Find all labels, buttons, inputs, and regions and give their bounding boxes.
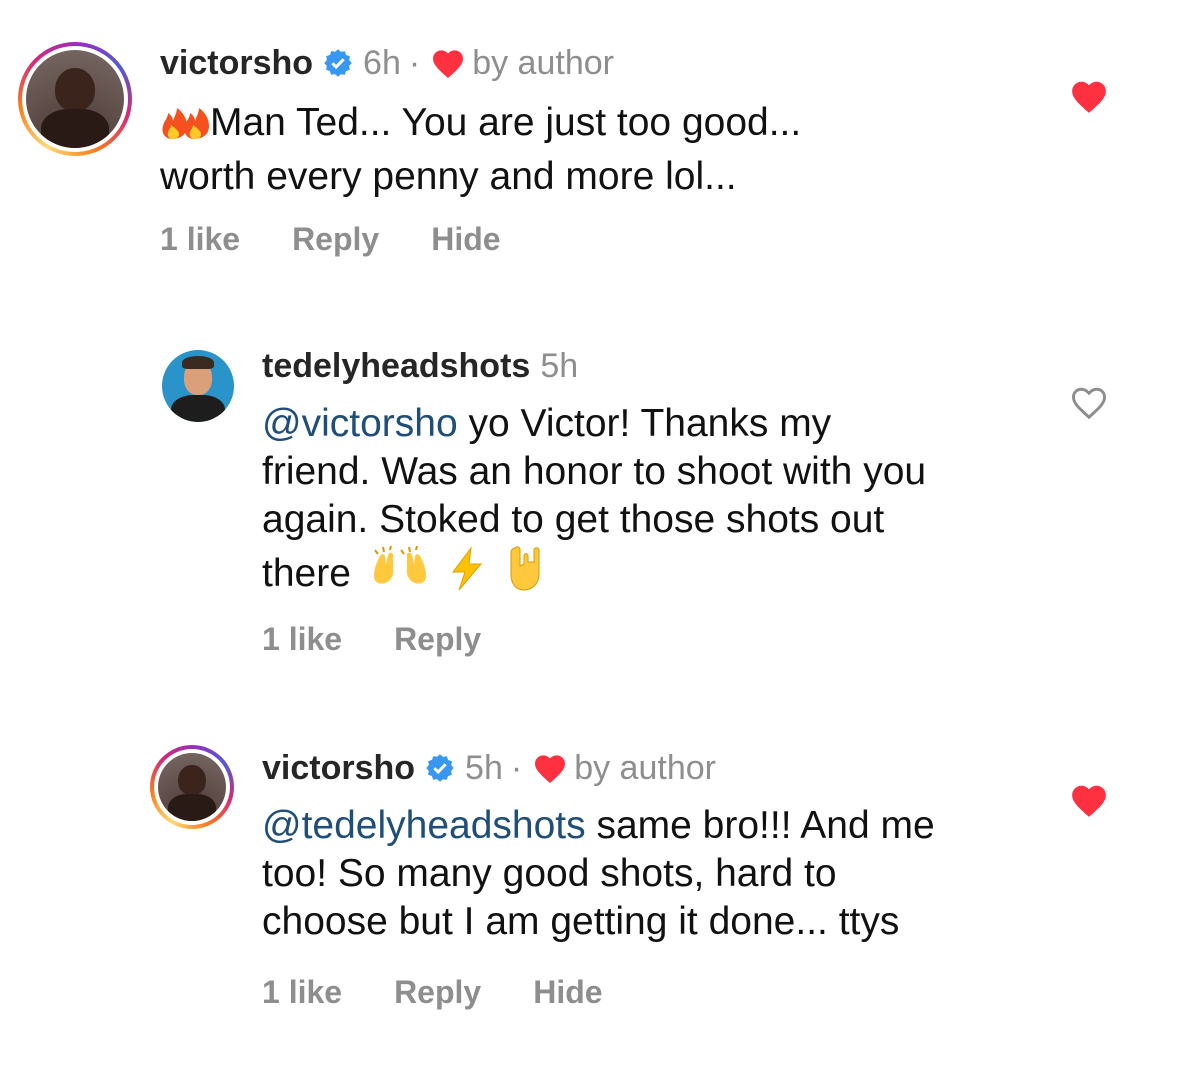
comment-text: @tedelyheadshots same bro!!! And me too!… — [262, 802, 935, 946]
reply-button[interactable]: Reply — [292, 219, 379, 259]
avatar-image — [162, 350, 234, 422]
likes-count[interactable]: 1 like — [262, 972, 342, 1012]
hide-button[interactable]: Hide — [533, 972, 602, 1012]
comment-text-line4: there — [262, 552, 351, 595]
comment-victorsho-1: victorsho 6h · by author Man Ted... You … — [0, 0, 1179, 290]
comment-meta: victorsho 6h · by author — [160, 43, 614, 83]
comment-text: @victorsho yo Victor! Thanks my friend. … — [262, 400, 926, 604]
comment-actions: 1 like Reply Hide — [262, 972, 655, 1012]
avatar[interactable] — [18, 42, 132, 156]
timestamp: 5h — [465, 749, 503, 787]
avatar[interactable] — [150, 745, 234, 829]
likes-count[interactable]: 1 like — [160, 219, 240, 259]
verified-badge-icon — [323, 48, 353, 78]
comment-meta: tedelyheadshots 5h — [262, 346, 578, 386]
comment-tedelyheadshots: tedelyheadshots 5h @victorsho yo Victor!… — [0, 340, 1179, 680]
comment-text-line2: too! So many good shots, hard to — [262, 852, 837, 895]
comment-actions: 1 like Reply Hide — [160, 219, 553, 259]
hide-button[interactable]: Hide — [431, 219, 500, 259]
liked-by-author: by author — [574, 749, 716, 787]
heart-outline-icon — [1071, 387, 1107, 420]
avatar[interactable] — [162, 350, 234, 422]
reply-button[interactable]: Reply — [394, 972, 481, 1012]
reply-button[interactable]: Reply — [394, 619, 481, 659]
timestamp: 5h — [540, 347, 579, 385]
comment-text-line2: worth every penny and more lol... — [160, 155, 737, 198]
raised-hands-emoji — [370, 545, 430, 604]
separator: · — [510, 749, 523, 787]
separator: · — [408, 44, 421, 82]
comment-text-line3: choose but I am getting it done... ttys — [262, 900, 900, 943]
timestamp: 6h — [363, 44, 401, 82]
heart-filled-icon — [532, 752, 568, 784]
avatar-image — [158, 753, 226, 821]
comment-text-line2: friend. Was an honor to shoot with you — [262, 450, 927, 493]
liked-by-author: by author — [472, 44, 614, 82]
lightning-emoji — [447, 546, 487, 604]
like-button[interactable] — [1069, 782, 1109, 823]
like-button[interactable] — [1069, 384, 1109, 425]
comment-text-line3: again. Stoked to get those shots out — [262, 498, 885, 541]
heart-filled-icon — [1072, 81, 1106, 113]
username[interactable]: tedelyheadshots — [262, 346, 530, 386]
heart-filled-icon — [430, 47, 466, 79]
likes-count[interactable]: 1 like — [262, 619, 342, 659]
fire-emoji — [160, 97, 210, 153]
mention-link[interactable]: @victorsho — [262, 402, 458, 445]
comment-actions: 1 like Reply — [262, 619, 533, 659]
rock-on-emoji — [505, 544, 549, 604]
like-button[interactable] — [1069, 78, 1109, 119]
comment-meta: victorsho 5h · by author — [262, 748, 716, 788]
comment-text: Man Ted... You are just too good... wort… — [160, 97, 801, 201]
verified-badge-icon — [425, 753, 455, 783]
comment-victorsho-2: victorsho 5h · by author @tedelyheadshot… — [0, 740, 1179, 1040]
avatar-image — [26, 50, 124, 148]
comment-text-line1: same bro!!! And me — [585, 804, 935, 847]
username[interactable]: victorsho — [262, 748, 415, 788]
username[interactable]: victorsho — [160, 43, 313, 83]
heart-filled-icon — [1072, 785, 1106, 817]
mention-link[interactable]: @tedelyheadshots — [262, 804, 586, 847]
comment-text-line1: Man Ted... You are just too good... — [210, 101, 802, 144]
comment-text-line1: yo Victor! Thanks my — [457, 402, 832, 445]
